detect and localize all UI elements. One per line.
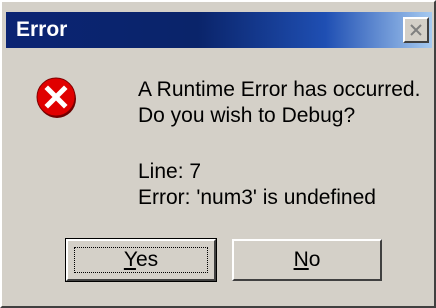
no-button-label: No — [294, 248, 321, 271]
no-label-rest: o — [308, 248, 321, 271]
error-dialog: Error A Runtime Error has occurred. Do y… — [0, 0, 436, 308]
message-line-2: Do you wish to Debug? — [138, 104, 356, 127]
message-line-1: A Runtime Error has occurred. — [138, 78, 421, 101]
yes-button-label: Yes — [124, 248, 158, 271]
close-icon — [410, 24, 422, 36]
title-bar[interactable]: Error — [6, 12, 432, 48]
yes-button[interactable]: Yes — [65, 238, 217, 282]
error-line-number: Line: 7 — [138, 160, 202, 183]
close-button[interactable] — [403, 17, 429, 43]
window-title: Error — [16, 18, 68, 41]
no-mnemonic: N — [293, 248, 309, 271]
error-description: Error: 'num3' is undefined — [138, 186, 376, 209]
no-button[interactable]: No — [232, 239, 382, 281]
error-icon — [36, 77, 76, 118]
yes-mnemonic: Y — [123, 248, 136, 271]
yes-label-rest: es — [135, 248, 159, 271]
